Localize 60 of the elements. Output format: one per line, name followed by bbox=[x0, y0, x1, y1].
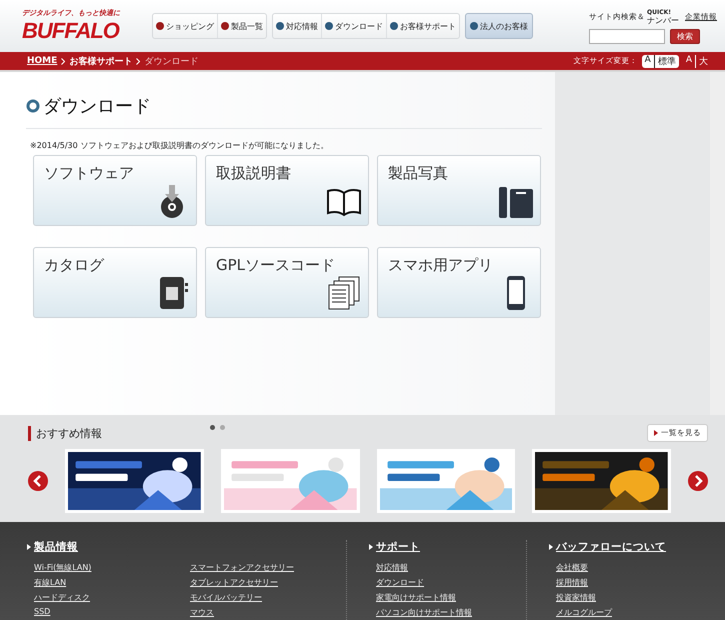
footer-link[interactable]: SSD bbox=[34, 607, 190, 616]
footer-link[interactable]: ハードディスク bbox=[34, 592, 190, 603]
footer-link[interactable]: タブレットアクセサリー bbox=[190, 577, 346, 588]
nav-link[interactable]: ダウンロード bbox=[321, 14, 386, 38]
download-category-tile[interactable]: 取扱説明書 bbox=[205, 155, 369, 226]
footer-link[interactable]: 有線LAN bbox=[34, 577, 190, 588]
download-category-tile[interactable]: スマホ用アプリ bbox=[377, 247, 541, 318]
brand-logo[interactable]: BUFFALO bbox=[22, 18, 152, 44]
footer-link[interactable]: 採用情報 bbox=[556, 577, 709, 588]
download-category-tile[interactable]: カタログ bbox=[33, 247, 197, 318]
triangle-icon bbox=[27, 544, 31, 550]
breadcrumb-link[interactable]: ダウンロード bbox=[144, 54, 198, 68]
tile-label: 製品写真 bbox=[388, 164, 448, 183]
search-field[interactable] bbox=[589, 28, 665, 44]
tile-label: スマホ用アプリ bbox=[388, 256, 493, 275]
footer-heading[interactable]: バッファローについて bbox=[549, 540, 709, 554]
tile-label: ソフトウェア bbox=[44, 164, 134, 183]
breadcrumb-link[interactable]: お客様サポート bbox=[69, 54, 132, 68]
tile-label: GPLソースコード bbox=[216, 256, 336, 275]
triangle-icon bbox=[369, 544, 373, 550]
nav-link[interactable]: ショッピング bbox=[153, 14, 217, 38]
footer-link[interactable]: メルコグループ bbox=[556, 607, 709, 618]
search-button[interactable]: 検索 bbox=[670, 28, 700, 44]
corporate-button[interactable]: 法人のお客様 bbox=[465, 13, 533, 39]
tile-label: 取扱説明書 bbox=[216, 164, 291, 183]
footer-link[interactable]: スマートフォンアクセサリー bbox=[190, 562, 346, 573]
ring-icon bbox=[26, 99, 40, 113]
next-icon[interactable] bbox=[688, 471, 708, 491]
section-title: おすすめ情報 bbox=[28, 426, 102, 440]
nav-link[interactable]: 対応情報 bbox=[273, 14, 321, 38]
footer-link[interactable]: 投資家情報 bbox=[556, 592, 709, 603]
nav-link[interactable]: 製品一覧 bbox=[217, 14, 266, 38]
footer-link[interactable]: ダウンロード bbox=[376, 577, 526, 588]
footer-link[interactable]: 会社概要 bbox=[556, 562, 709, 573]
font-size-option[interactable]: A 標準 bbox=[642, 54, 679, 68]
notice-text: ※2014/5/30 ソフトウェアおよび取扱説明書のダウンロードが可能になりました。 bbox=[30, 140, 330, 151]
download-category-tile[interactable]: GPLソースコード bbox=[205, 247, 369, 318]
footer-link[interactable]: マウス bbox=[190, 607, 346, 618]
font-size-option[interactable]: A 大 bbox=[682, 54, 711, 68]
footer-link[interactable]: パソコン向けサポート情報 bbox=[376, 607, 526, 618]
carousel-dot[interactable] bbox=[220, 425, 225, 430]
page-title: ダウンロード bbox=[43, 95, 151, 118]
nav-link[interactable]: お客様サポート bbox=[386, 14, 459, 38]
footer-link[interactable]: Wi-Fi(無線LAN) bbox=[34, 562, 190, 573]
triangle-icon bbox=[654, 430, 658, 436]
chevron-icon bbox=[136, 58, 140, 64]
breadcrumb-link[interactable]: HOME bbox=[27, 56, 58, 66]
footer-link[interactable]: 対応情報 bbox=[376, 562, 526, 573]
previous-icon[interactable] bbox=[28, 471, 48, 491]
download-category-tile[interactable]: ソフトウェア bbox=[33, 155, 197, 226]
tile-label: カタログ bbox=[44, 256, 104, 275]
footer-link[interactable]: 家電向けサポート情報 bbox=[376, 592, 526, 603]
footer-heading[interactable]: 製品情報 bbox=[27, 540, 346, 554]
footer-heading[interactable]: サポート bbox=[369, 540, 526, 554]
footer-link[interactable]: モバイルバッテリー bbox=[190, 592, 346, 603]
chevron-icon bbox=[61, 58, 66, 64]
document-stack-icon bbox=[326, 275, 362, 311]
triangle-icon bbox=[549, 544, 553, 550]
download-category-tile[interactable]: 製品写真 bbox=[377, 155, 541, 226]
carousel-dot[interactable] bbox=[210, 425, 215, 430]
